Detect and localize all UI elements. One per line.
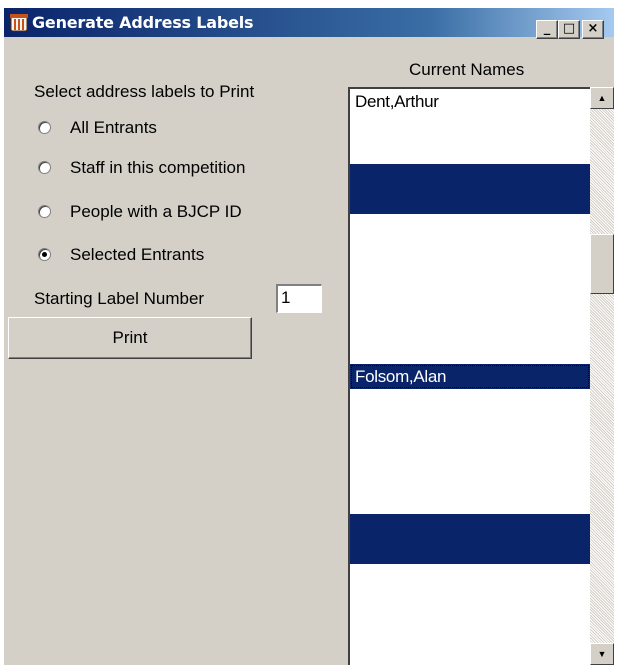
select-labels-heading: Select address labels to Print (34, 82, 255, 101)
list-item[interactable] (350, 239, 590, 264)
radio-label[interactable]: All Entrants (70, 118, 157, 138)
scroll-thumb[interactable] (590, 234, 614, 294)
list-item[interactable] (350, 264, 590, 289)
list-item[interactable] (350, 389, 590, 414)
list-item[interactable] (350, 439, 590, 464)
generate-address-labels-window: Generate Address Labels _ □ × Select add… (4, 8, 614, 665)
print-button[interactable]: Print (8, 317, 252, 359)
radio-button[interactable] (38, 161, 51, 174)
radio-button[interactable] (38, 121, 51, 134)
list-item[interactable] (350, 214, 590, 239)
list-item[interactable] (350, 314, 590, 339)
radio-button[interactable] (38, 248, 51, 261)
list-item[interactable] (350, 289, 590, 314)
minimize-button[interactable]: _ (536, 20, 558, 39)
title-bar[interactable]: Generate Address Labels (4, 8, 614, 37)
radio-label[interactable]: Selected Entrants (70, 245, 204, 265)
scroll-up-button[interactable]: ▲ (590, 87, 614, 109)
list-item[interactable] (350, 464, 590, 489)
list-item[interactable] (350, 539, 590, 564)
down-arrow-icon: ▼ (597, 649, 607, 659)
list-item[interactable] (350, 189, 590, 214)
list-item[interactable] (350, 564, 590, 589)
current-names-label: Current Names (409, 60, 525, 79)
starting-label-number-label: Starting Label Number (34, 289, 205, 308)
radio-button[interactable] (38, 205, 51, 218)
radio-label[interactable]: People with a BJCP ID (70, 202, 242, 222)
close-button[interactable]: × (582, 20, 604, 39)
list-item[interactable]: Folsom,Alan (350, 364, 590, 389)
list-item[interactable] (350, 164, 590, 189)
maximize-button[interactable]: □ (558, 20, 580, 39)
list-item[interactable] (350, 514, 590, 539)
list-item[interactable] (350, 414, 590, 439)
list-item[interactable] (350, 139, 590, 164)
list-item[interactable]: Dent,Arthur (350, 89, 590, 114)
starting-label-number-input[interactable]: 1 (276, 284, 322, 313)
radio-checked-dot (42, 252, 47, 257)
window-title: Generate Address Labels (32, 13, 254, 32)
minimize-icon: _ (543, 21, 551, 36)
radio-label[interactable]: Staff in this competition (70, 158, 245, 178)
list-item[interactable] (350, 489, 590, 514)
scroll-down-button[interactable]: ▼ (590, 643, 614, 665)
up-arrow-icon: ▲ (597, 93, 607, 103)
vertical-scrollbar[interactable]: ▲ ▼ (590, 87, 614, 665)
app-icon (10, 14, 28, 32)
names-listbox[interactable]: Dent,Arthur Folsom,Alan (348, 87, 590, 665)
list-item[interactable] (350, 339, 590, 364)
close-icon: × (587, 21, 599, 36)
maximize-icon: □ (562, 21, 576, 36)
list-item[interactable] (350, 114, 590, 139)
